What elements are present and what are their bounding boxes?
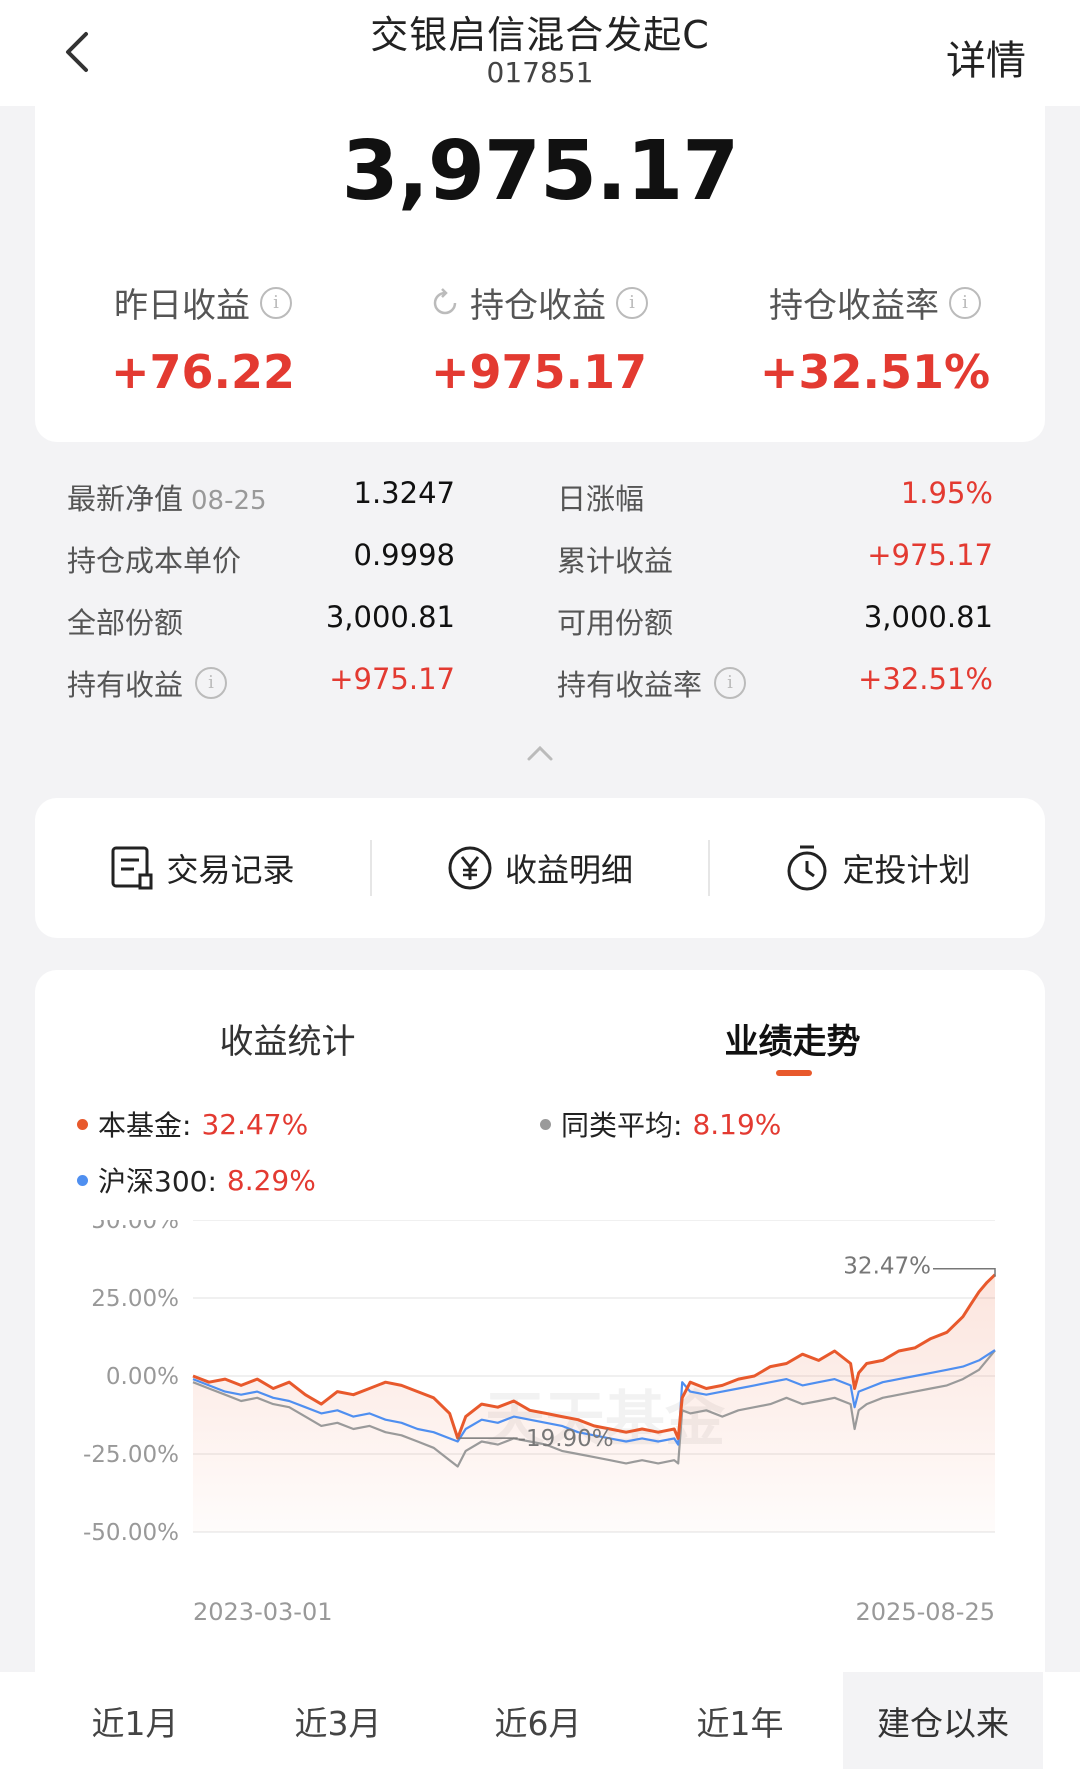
nav-value: 1.3247: [353, 476, 455, 510]
holding-rate-value: +32.51%: [858, 662, 993, 696]
available-shares-value: 3,000.81: [863, 600, 993, 634]
total-shares-label: 全部份额: [67, 606, 184, 640]
y-tick-label: 0.00%: [106, 1364, 179, 1390]
total-value: 3,975.17: [341, 124, 740, 219]
annotation-label: 32.47%: [843, 1254, 931, 1280]
x-start-label: 2023-03-01: [193, 1598, 332, 1626]
fund-code: 017851: [486, 56, 594, 89]
info-icon[interactable]: i: [260, 286, 292, 319]
profit-detail-button[interactable]: 收益明细: [372, 798, 708, 938]
y-tick-label: -25.00%: [83, 1442, 179, 1468]
legend-value: 8.19%: [692, 1107, 782, 1141]
trade-record-button[interactable]: 交易记录: [35, 798, 370, 938]
action-label: 交易记录: [166, 851, 295, 889]
collapse-chevron-icon[interactable]: [526, 744, 554, 762]
y-tick-label: 25.00%: [91, 1286, 179, 1312]
cumulative-label: 累计收益: [557, 544, 674, 578]
available-shares-label: 可用份额: [557, 606, 674, 640]
fund-name-title: 交银启信混合发起C: [370, 13, 710, 57]
stat-label: 昨日收益: [114, 286, 250, 326]
summary-card: 3,975.17 昨日收益 i +76.22 持仓收益 i +975.17 持仓收益…: [35, 106, 1045, 442]
cost-value: 0.9998: [353, 538, 455, 572]
auto-invest-plan-button[interactable]: 定投计划: [710, 798, 1045, 938]
legend-fund: 本基金: 32.47%: [77, 1104, 308, 1144]
legend-label: 沪深300:: [98, 1165, 217, 1198]
holding-details: 最新净值 08-25 1.3247 日涨幅 1.95% 持仓成本单价 0.9998…: [35, 446, 1045, 746]
cumulative-value: +975.17: [867, 538, 993, 572]
legend-label: 本基金:: [98, 1109, 192, 1142]
legend-dot: [77, 1174, 88, 1186]
legend-dot: [77, 1118, 88, 1130]
x-end-label: 2025-08-25: [856, 1598, 995, 1626]
y-tick-label: -50.00%: [83, 1520, 179, 1546]
info-icon[interactable]: i: [616, 286, 648, 319]
tab-performance[interactable]: 业绩走势: [540, 1014, 1045, 1063]
period-1m[interactable]: 近1月: [42, 1672, 228, 1769]
info-icon[interactable]: i: [949, 286, 981, 319]
stat-holding-profit: 持仓收益 i +975.17: [371, 278, 707, 399]
top-nav-bar: 交银启信混合发起C 017851 详情: [0, 0, 1080, 106]
performance-chart[interactable]: 50.00%25.00%0.00%-25.00%-50.00% 天天基金 32.…: [35, 1220, 1045, 1630]
daily-change-label: 日涨幅: [557, 482, 645, 516]
annotation-leader: [933, 1267, 996, 1277]
daily-change-value: 1.95%: [900, 476, 993, 510]
period-1y[interactable]: 近1年: [640, 1672, 840, 1769]
action-label: 定投计划: [842, 851, 971, 889]
legend-value: 8.29%: [226, 1163, 316, 1197]
tab-profit-stats[interactable]: 收益统计: [35, 1014, 540, 1063]
performance-card: 收益统计 业绩走势 本基金: 32.47% 同类平均: 8.19% 沪深300:…: [35, 970, 1045, 1680]
legend-label: 同类平均:: [561, 1109, 683, 1142]
stat-value: +975.17: [430, 345, 648, 399]
period-3m[interactable]: 近3月: [238, 1672, 438, 1769]
yen-circle-icon: [448, 846, 492, 890]
info-icon[interactable]: i: [714, 667, 747, 699]
stat-label: 持仓收益: [470, 286, 606, 326]
info-icon[interactable]: i: [195, 667, 228, 699]
cost-label: 持仓成本单价: [67, 544, 242, 578]
legend-dot: [540, 1118, 551, 1130]
holding-profit-value: +975.17: [329, 662, 455, 696]
active-tab-indicator: [776, 1070, 812, 1076]
document-icon: [111, 846, 153, 890]
period-since-inception[interactable]: 建仓以来: [843, 1672, 1043, 1769]
y-tick-label: 50.00%: [91, 1220, 179, 1234]
holding-profit-label: 持有收益 i: [67, 662, 228, 704]
timer-icon: [787, 845, 827, 891]
stat-value: +76.22: [110, 345, 296, 399]
stat-value: +32.51%: [759, 345, 991, 399]
nav-label: 最新净值 08-25: [67, 482, 267, 516]
legend-index: 沪深300: 8.29%: [77, 1160, 316, 1200]
refresh-icon[interactable]: [430, 287, 460, 318]
nav-date: 08-25: [191, 486, 267, 516]
legend-value: 32.47%: [201, 1107, 309, 1141]
action-label: 收益明细: [504, 851, 633, 889]
period-6m[interactable]: 近6月: [438, 1672, 638, 1769]
detail-link[interactable]: 详情: [946, 28, 1026, 86]
holding-rate-label: 持有收益率 i: [557, 662, 747, 704]
annotation-label: -19.90%: [518, 1426, 614, 1452]
action-bar: 交易记录 收益明细 定投计划: [35, 798, 1045, 938]
stat-label: 持仓收益率: [769, 286, 939, 326]
stat-yesterday: 昨日收益 i +76.22: [35, 278, 371, 399]
legend-peer: 同类平均: 8.19%: [540, 1104, 781, 1144]
stat-holding-rate: 持仓收益率 i +32.51%: [707, 278, 1043, 399]
total-shares-value: 3,000.81: [325, 600, 455, 634]
